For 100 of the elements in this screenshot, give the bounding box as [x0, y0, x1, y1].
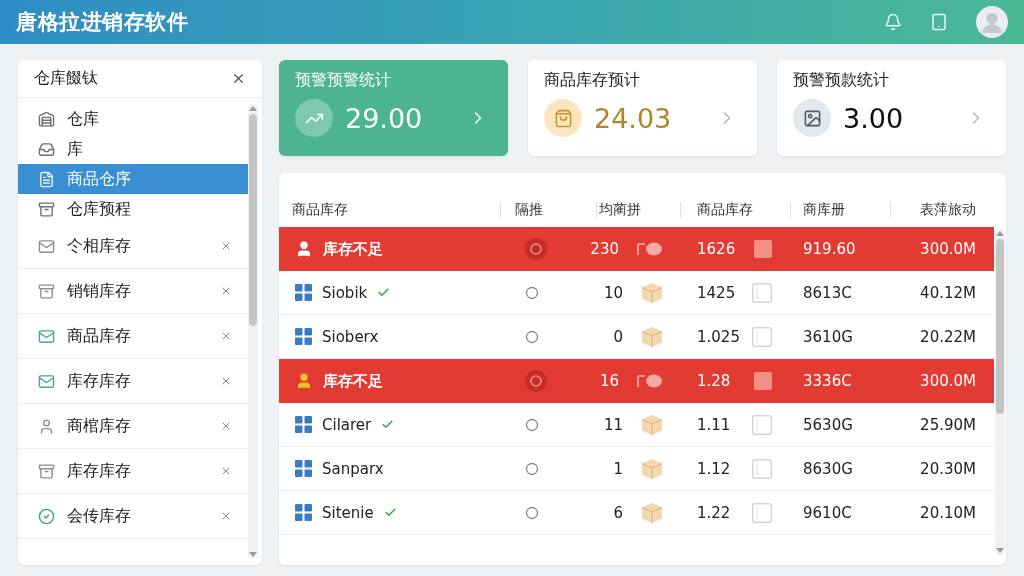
column-header[interactable]: 商库册	[793, 201, 893, 219]
card-value: 24.03	[594, 102, 672, 134]
sidebar-item[interactable]: 仓库	[18, 104, 248, 134]
table-cell: 8630G	[803, 459, 853, 478]
table-cell: 1	[613, 459, 623, 478]
card-value: 29.00	[345, 102, 423, 134]
pill-icon	[637, 374, 663, 388]
column-header[interactable]: 商品库存	[683, 201, 793, 219]
table-cell: 20.30M	[920, 459, 976, 478]
bell-icon[interactable]	[884, 13, 902, 31]
box-icon	[641, 281, 663, 304]
square-icon	[752, 458, 772, 479]
table-cell: 3336C	[803, 372, 852, 390]
scroll-down-icon[interactable]	[996, 548, 1004, 553]
tablet-icon[interactable]	[930, 13, 948, 31]
table-cell: 8613C	[803, 283, 852, 302]
pill-icon	[637, 242, 663, 256]
close-icon[interactable]	[220, 465, 232, 477]
table-row[interactable]: Siobik 10 1425 8613C 40.12M	[279, 271, 994, 315]
square-icon	[754, 372, 772, 390]
table-row[interactable]: Sitenie 6 1.22 9610C 20.10M	[279, 491, 994, 535]
table-cell: 300.0M	[920, 372, 976, 390]
table-cell: 1.11	[697, 415, 731, 434]
table-row[interactable]: Cilarer 11 1.11 5630G 25.90M	[279, 403, 994, 447]
table-cell: 25.90M	[920, 415, 976, 434]
envelope-icon	[38, 327, 55, 345]
card-title: 预警预款统计	[793, 70, 890, 91]
scroll-up-icon[interactable]	[996, 231, 1004, 236]
table-cell: 0	[613, 327, 623, 346]
check-circle-icon	[38, 507, 55, 525]
column-header[interactable]: 表萍旅动	[893, 201, 994, 219]
scroll-up-icon[interactable]	[249, 106, 257, 111]
table-cell: 1.025	[697, 327, 740, 346]
table-cell: 919.60	[803, 240, 856, 258]
table-row[interactable]: 库存不足 230 1626 919.60 300.0M	[279, 227, 994, 271]
table-cell: 10	[603, 283, 623, 302]
ring-icon	[525, 238, 547, 260]
app-title: 唐格拉进销存软件	[16, 9, 188, 36]
product-name: Cilarer	[322, 415, 372, 434]
table-cell: 1.28	[697, 372, 731, 390]
stat-card[interactable]: 预警预款统计 3.00	[777, 60, 1006, 156]
document-icon	[38, 170, 55, 188]
envelope-icon	[38, 372, 55, 390]
envelope-icon	[38, 237, 55, 255]
table-cell: 230	[590, 240, 619, 258]
close-icon[interactable]	[220, 420, 232, 432]
table-row[interactable]: Sanparx 1 1.12 8630G 20.30M	[279, 447, 994, 491]
sidebar-item[interactable]: 仓库预程	[18, 194, 248, 224]
column-header[interactable]: 隔推	[503, 201, 599, 219]
scrollbar-track[interactable]	[995, 229, 1005, 555]
product-name: Sanparx	[322, 459, 384, 478]
stat-card[interactable]: 商品库存预计 24.03	[528, 60, 757, 156]
ring-icon	[525, 370, 547, 392]
square-icon	[752, 502, 772, 523]
panel-title: 仓库餟钛	[34, 68, 98, 89]
product-name: Sioberx	[322, 327, 379, 346]
close-icon[interactable]	[220, 375, 232, 387]
product-name: Siobik	[322, 283, 368, 302]
scrollbar-track[interactable]	[248, 104, 258, 559]
person-icon	[38, 417, 55, 435]
tray-icon	[38, 140, 55, 158]
table-cell: 5630G	[803, 415, 853, 434]
card-title: 预警预警统计	[295, 70, 392, 91]
table-cell: 9610C	[803, 503, 852, 522]
table-row[interactable]: 库存不足 16 1.28 3336C 300.0M	[279, 359, 994, 403]
table-cell: 40.12M	[920, 283, 976, 302]
close-icon[interactable]	[220, 285, 232, 297]
archive-icon	[38, 282, 55, 300]
table-cell: 20.10M	[920, 503, 976, 522]
ring-icon	[525, 329, 539, 344]
close-icon[interactable]	[220, 330, 232, 342]
box-icon	[641, 501, 663, 524]
table-cell: 300.0M	[920, 240, 976, 258]
scrollbar-thumb[interactable]	[996, 239, 1004, 414]
scrollbar-thumb[interactable]	[249, 114, 257, 326]
bag-icon	[544, 99, 582, 137]
table-cell: 16	[599, 372, 619, 390]
warehouse-icon	[38, 110, 55, 128]
archive-icon	[38, 462, 55, 480]
table-cell: 1425	[697, 283, 736, 302]
square-icon	[752, 414, 772, 435]
table-cell: 1626	[697, 240, 736, 258]
ring-icon	[525, 285, 539, 300]
table-cell: 11	[603, 415, 623, 434]
ring-icon	[525, 505, 539, 520]
table-cell: 6	[613, 503, 623, 522]
image-icon	[793, 99, 831, 137]
table-cell: 20.22M	[920, 327, 976, 346]
avatar-icon[interactable]	[976, 6, 1008, 38]
scroll-down-icon[interactable]	[249, 552, 257, 557]
product-name: 库存不足	[323, 239, 383, 259]
table-cell: 3610G	[803, 327, 853, 346]
square-icon	[752, 326, 772, 347]
close-icon[interactable]	[220, 240, 232, 252]
close-icon[interactable]	[220, 510, 232, 522]
sidebar-item[interactable]: 库	[18, 134, 248, 164]
close-icon[interactable]	[231, 71, 246, 86]
table-row[interactable]: Sioberx 0 1.025 3610G 20.22M	[279, 315, 994, 359]
column-header[interactable]: 均蔺拼	[599, 201, 683, 219]
column-header[interactable]: 商品库存	[279, 201, 503, 219]
